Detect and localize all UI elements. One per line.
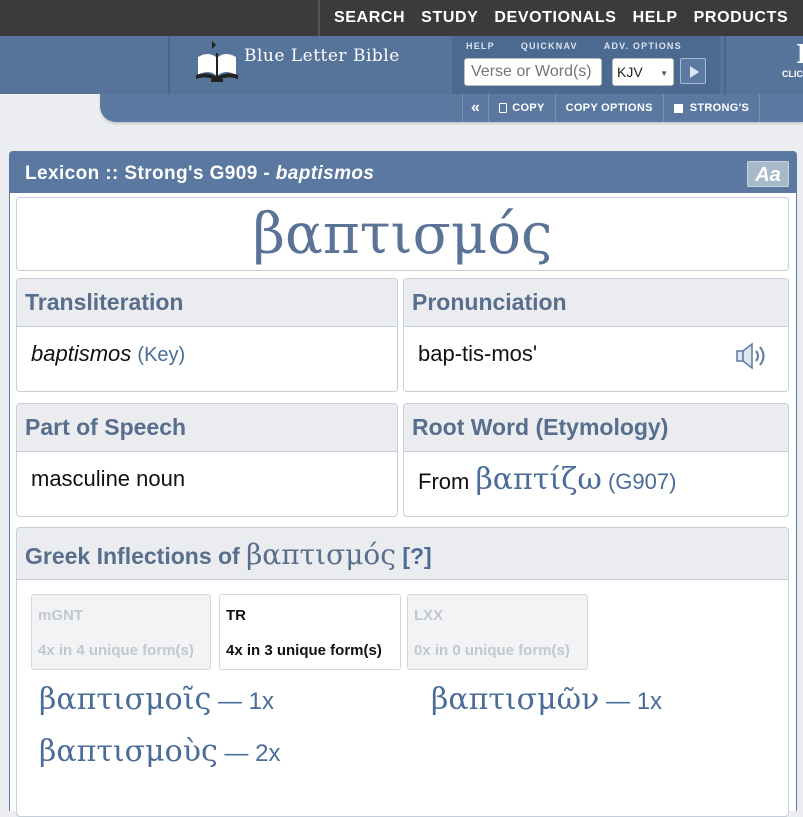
inflection-form-word: βαπτισμῶν	[431, 682, 600, 717]
tab-lxx[interactable]: LXX 0x in 0 unique form(s)	[407, 594, 588, 670]
site-header: Blue Letter Bible HELP QUICKNAV ADV. OPT…	[0, 36, 803, 94]
lexicon-panel: Lexicon :: Strong's G909 - baptismos Aa …	[9, 151, 797, 817]
strongs-toggle[interactable]: STRONG'S	[662, 94, 759, 122]
panel-body: βαπτισμός Transliteration baptismos (Key…	[10, 193, 796, 817]
copy-options-button[interactable]: COPY OPTIONS	[554, 94, 663, 122]
root-word-prefix: From	[418, 469, 470, 494]
pronunciation-card: Pronunciation bap-tis-mos'	[403, 278, 789, 392]
toolbar-items: « COPY COPY OPTIONS STRONG'S	[462, 94, 780, 122]
nav-search[interactable]: SEARCH	[326, 9, 413, 27]
panel-title-prefix: Lexicon :: Strong's G909 -	[25, 163, 276, 184]
search-input[interactable]	[464, 58, 602, 86]
play-arrow-icon	[690, 66, 699, 78]
strongs-label: STRONG'S	[689, 102, 750, 114]
caret-down-icon: ▼	[660, 69, 668, 78]
search-links: HELP QUICKNAV ADV. OPTIONS	[466, 41, 682, 51]
lemma-card: βαπτισμός	[16, 197, 789, 271]
root-word-heading: Root Word (Etymology)	[404, 404, 788, 452]
toolbar-more[interactable]	[759, 94, 780, 122]
font-size-button[interactable]: Aa	[747, 161, 789, 187]
inflection-form-word: βαπτισμοῖς	[39, 682, 212, 717]
checkbox-icon	[673, 103, 683, 113]
quick-search: HELP QUICKNAV ADV. OPTIONS KJV ▼	[452, 36, 720, 94]
root-word-body: From βαπτίζω (G907)	[404, 452, 788, 511]
header-right-label: CLIC	[782, 69, 803, 79]
tab-mgnt-count: 4x in 4 unique form(s)	[38, 642, 194, 659]
nav-products[interactable]: PRODUCTS	[686, 9, 797, 27]
inflection-form[interactable]: βαπτισμοῖς — 1x	[39, 682, 274, 717]
transliteration-heading: Transliteration	[17, 279, 397, 327]
inflections-heading-prefix: Greek Inflections of	[25, 543, 240, 569]
double-chevron-left-icon[interactable]: «	[462, 94, 488, 122]
quicknav-link[interactable]: QUICKNAV	[521, 41, 578, 51]
tab-mgnt-name: mGNT	[38, 607, 83, 624]
inflections-help-link[interactable]: [?]	[402, 543, 431, 569]
top-navigation: SEARCH STUDY DEVOTIONALS HELP PRODUCTS	[0, 0, 803, 36]
inflection-form[interactable]: βαπτισμῶν — 1x	[431, 682, 662, 717]
transliteration-card: Transliteration baptismos (Key)	[16, 278, 398, 392]
transliteration-value: baptismos	[31, 341, 132, 366]
inflection-form-count: — 1x	[599, 688, 663, 715]
site-logo[interactable]: Blue Letter Bible	[172, 36, 448, 94]
part-of-speech-value: masculine noun	[31, 466, 186, 491]
part-of-speech-card: Part of Speech masculine noun	[16, 403, 398, 517]
pronunciation-value: bap-tis-mos'	[418, 341, 538, 366]
speaker-icon[interactable]	[736, 342, 772, 370]
inflection-form[interactable]: βαπτισμοὺς — 2x	[39, 734, 280, 769]
adv-options-link[interactable]: ADV. OPTIONS	[604, 41, 682, 51]
panel-title-word: baptismos	[275, 163, 375, 184]
tab-tr[interactable]: TR 4x in 3 unique form(s)	[219, 594, 401, 670]
nav-divider	[318, 0, 320, 36]
nav-study[interactable]: STUDY	[413, 9, 486, 27]
part-of-speech-body: masculine noun	[17, 452, 397, 506]
nav-devotionals[interactable]: DEVOTIONALS	[486, 9, 624, 27]
root-word-strongs-link[interactable]: (G907)	[608, 469, 676, 494]
top-nav-menu: SEARCH STUDY DEVOTIONALS HELP PRODUCTS	[326, 0, 796, 36]
tab-mgnt[interactable]: mGNT 4x in 4 unique form(s)	[31, 594, 211, 670]
key-link[interactable]: (Key)	[137, 344, 185, 366]
tab-lxx-count: 0x in 0 unique form(s)	[414, 642, 570, 659]
copy-button[interactable]: COPY	[488, 94, 554, 122]
inflections-card: Greek Inflections of βαπτισμός [?] mGNT …	[16, 527, 789, 817]
header-right-glyph: I	[796, 40, 803, 70]
part-of-speech-heading: Part of Speech	[17, 404, 397, 452]
inflections-heading-greek: βαπτισμός	[246, 538, 396, 571]
toolbar-area: « COPY COPY OPTIONS STRONG'S	[0, 94, 803, 124]
pronunciation-heading: Pronunciation	[404, 279, 788, 327]
root-word-card: Root Word (Etymology) From βαπτίζω (G907…	[403, 403, 789, 517]
header-right-panel: I CLIC	[724, 36, 803, 94]
lemma: βαπτισμός	[252, 202, 553, 267]
inflection-form-count: — 2x	[217, 740, 281, 767]
nav-help[interactable]: HELP	[625, 9, 686, 27]
pronunciation-body: bap-tis-mos'	[404, 327, 788, 381]
version-select[interactable]: KJV ▼	[612, 58, 674, 86]
copy-label: COPY	[512, 102, 545, 114]
inflection-form-count: — 1x	[211, 688, 274, 715]
inflections-heading: Greek Inflections of βαπτισμός [?]	[17, 528, 788, 580]
panel-title: Lexicon :: Strong's G909 - baptismos	[25, 163, 374, 185]
tab-tr-count: 4x in 3 unique form(s)	[226, 642, 382, 659]
copy-icon	[499, 103, 508, 113]
tab-tr-name: TR	[226, 607, 246, 624]
help-link[interactable]: HELP	[466, 41, 495, 51]
header-left-panel	[0, 36, 170, 94]
toolbar: « COPY COPY OPTIONS STRONG'S	[100, 94, 803, 122]
tab-lxx-name: LXX	[414, 607, 444, 624]
logo-text: Blue Letter Bible	[244, 46, 400, 66]
root-word-greek-link[interactable]: βαπτίζω	[475, 462, 601, 497]
open-bible-icon	[196, 41, 238, 82]
inflection-form-word: βαπτισμοὺς	[39, 734, 218, 769]
search-go-button[interactable]	[680, 58, 706, 84]
transliteration-body: baptismos (Key)	[17, 327, 397, 381]
version-value: KJV	[617, 64, 643, 80]
